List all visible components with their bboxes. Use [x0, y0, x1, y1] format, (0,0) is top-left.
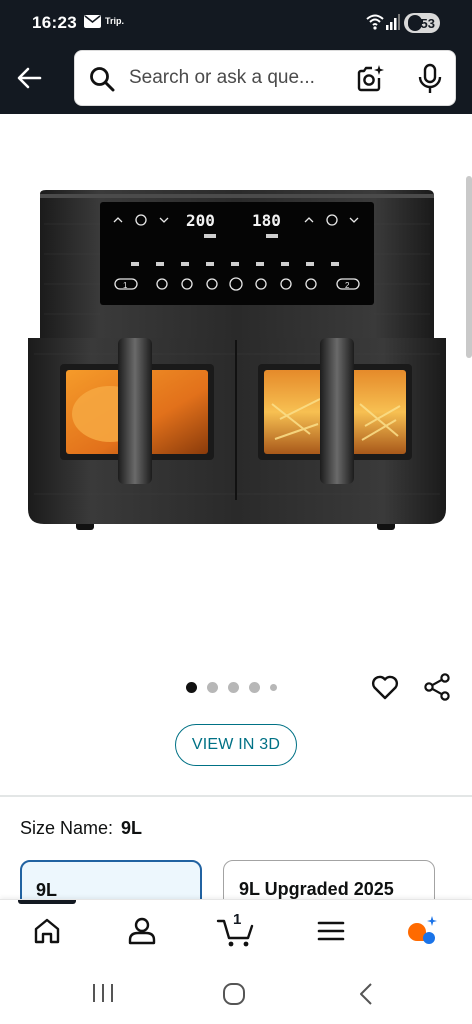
scrollbar[interactable] [466, 176, 472, 358]
right-temp-display: 180 [252, 211, 281, 230]
mail-icon [84, 15, 101, 28]
carousel-dot[interactable] [186, 681, 197, 693]
menu-icon[interactable] [314, 914, 348, 948]
size-option-label: 9L [36, 880, 58, 900]
active-tab-indicator [18, 900, 76, 904]
carousel-dot[interactable] [270, 683, 277, 691]
home-circle-icon[interactable] [222, 983, 246, 1005]
size-option-label: 9L Upgraded 2025 [239, 879, 394, 899]
screen: 16:23 Trip. 53 Search or ask a que... 20… [0, 0, 472, 1024]
status-bar: 16:23 Trip. 53 [0, 0, 472, 46]
android-nav-bar [0, 961, 472, 1024]
cart-count-badge: 1 [233, 911, 242, 928]
back-arrow-icon[interactable] [14, 62, 46, 94]
heart-icon[interactable] [370, 672, 400, 702]
microphone-icon[interactable] [415, 63, 445, 95]
home-icon[interactable] [30, 914, 64, 948]
account-icon[interactable] [125, 914, 159, 948]
recents-icon[interactable] [90, 983, 116, 1003]
wifi-icon [366, 14, 384, 35]
cart-icon[interactable]: 1 [216, 911, 256, 948]
carousel-dot[interactable] [207, 681, 218, 693]
camera-icon[interactable] [355, 64, 385, 94]
rufus-icon[interactable] [404, 914, 438, 948]
signal-icon [386, 14, 400, 35]
header: Search or ask a que... [0, 46, 472, 114]
size-name-value: 9L [121, 818, 143, 838]
size-name-heading: Size Name: 9L [20, 818, 142, 839]
divider [0, 795, 472, 797]
bottom-nav: 1 [0, 899, 472, 961]
basket-1-label: 1 [123, 281, 128, 290]
search-input[interactable]: Search or ask a que... [129, 67, 344, 89]
carousel-dot[interactable] [249, 681, 260, 693]
basket-2-label: 2 [345, 281, 350, 290]
battery-level: 53 [420, 15, 435, 31]
notification-label: Trip. [105, 16, 125, 26]
search-bar[interactable]: Search or ask a que... [74, 50, 456, 106]
share-icon[interactable] [422, 672, 452, 702]
size-name-label: Size Name: [20, 818, 114, 838]
back-chevron-icon[interactable] [356, 982, 376, 1006]
carousel-dot[interactable] [228, 681, 239, 693]
carousel-dots[interactable] [186, 681, 277, 693]
view-in-3d-button[interactable]: VIEW IN 3D [175, 724, 297, 766]
status-time: 16:23 [32, 13, 77, 32]
left-temp-display: 200 [186, 211, 215, 230]
battery-icon: 53 [404, 13, 440, 33]
search-icon [89, 66, 115, 92]
product-image[interactable]: 200 180 1 2 [0, 114, 472, 670]
